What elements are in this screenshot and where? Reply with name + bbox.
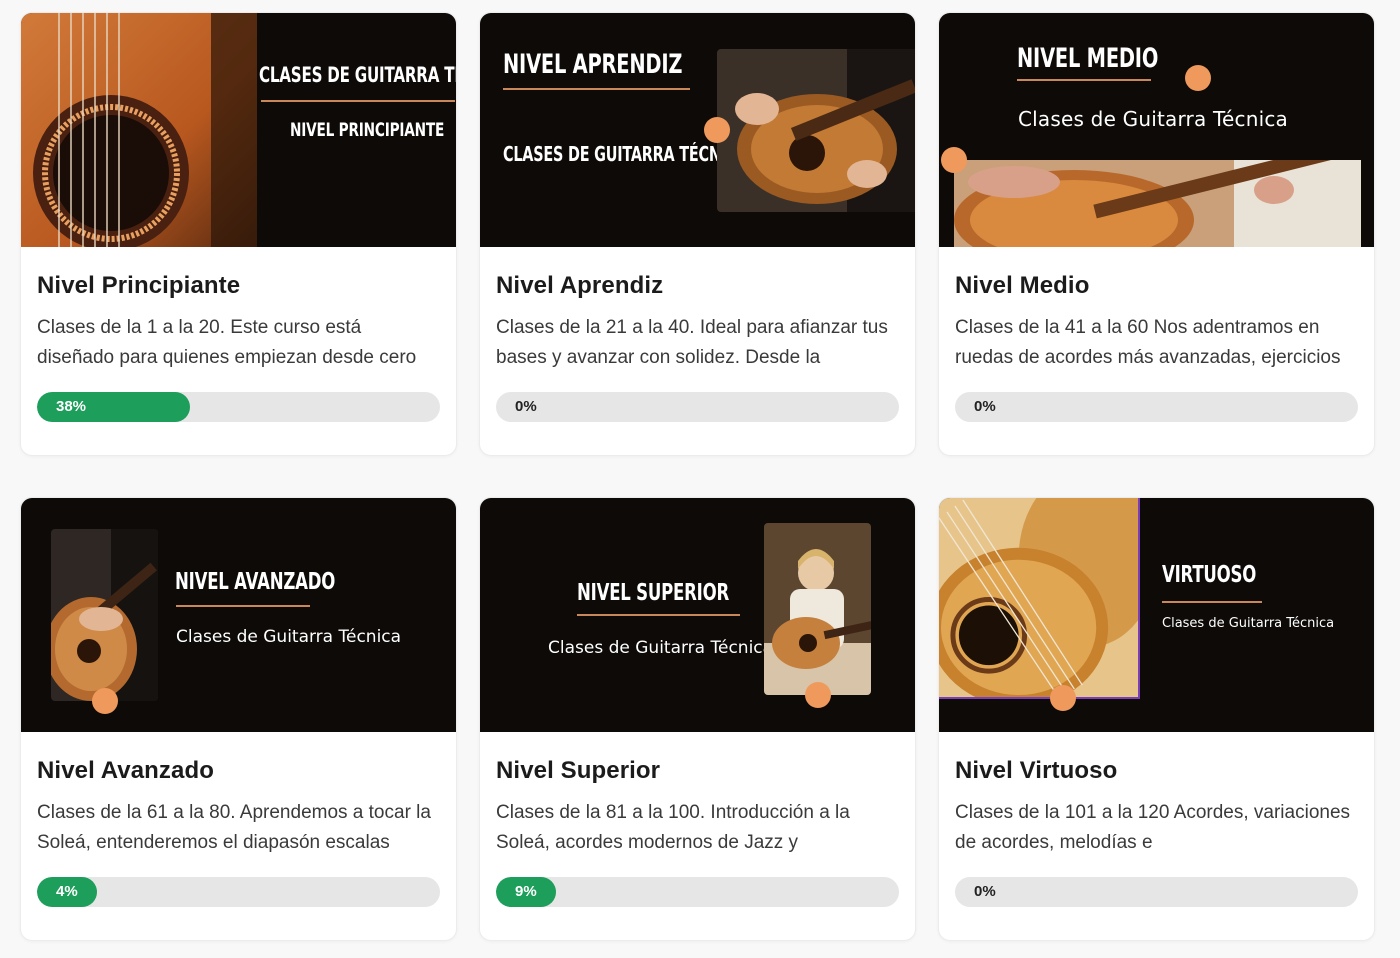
course-progress-bar: 4%: [37, 877, 440, 907]
decorative-dot: [1050, 685, 1076, 711]
course-card-avanzado[interactable]: NIVEL AVANZADO Clases de Guitarra Técnic…: [20, 497, 457, 941]
course-card-medio[interactable]: NIVEL MEDIO Clases de Guitarra Técnica N…: [938, 12, 1375, 456]
progress-percent: 0%: [974, 883, 996, 900]
course-card-principiante[interactable]: CLASES DE GUITARRA TÉCNICA NIVEL PRINCIP…: [20, 12, 457, 456]
banner-divider: [261, 100, 455, 102]
course-banner: NIVEL MEDIO Clases de Guitarra Técnica: [939, 13, 1374, 247]
decorative-dot: [1185, 65, 1211, 91]
banner-course-subtitle: Clases de Guitarra Técnica: [548, 638, 774, 658]
decorative-dot: [92, 688, 118, 714]
banner-level-subtitle: NIVEL PRINCIPIANTE: [290, 119, 445, 141]
progress-percent: 38%: [56, 398, 87, 415]
banner-divider: [577, 614, 740, 616]
course-progress-bar: 38%: [37, 392, 440, 422]
decorative-dot: [805, 682, 831, 708]
course-card-superior[interactable]: NIVEL SUPERIOR Clases de Guitarra Técnic…: [479, 497, 916, 941]
progress-percent: 0%: [974, 398, 996, 415]
banner-course-heading: CLASES DE GUITARRA TÉCNICA: [259, 63, 456, 87]
banner-level-heading: NIVEL MEDIO: [1017, 43, 1159, 74]
banner-course-subtitle: Clases de Guitarra Técnica: [1018, 107, 1288, 131]
course-card-aprendiz[interactable]: NIVEL APRENDIZ CLASES DE GUITARRA TÉCNIC…: [479, 12, 916, 456]
course-description: Clases de la 21 a la 40. Ideal para afia…: [496, 317, 888, 368]
course-card-virtuoso[interactable]: VIRTUOSO Clases de Guitarra Técnica Nive…: [938, 497, 1375, 941]
decorative-dot: [704, 117, 730, 143]
banner-level-heading: NIVEL SUPERIOR: [577, 580, 730, 606]
banner-course-subtitle: Clases de Guitarra Técnica: [1162, 616, 1335, 631]
course-banner: NIVEL SUPERIOR Clases de Guitarra Técnic…: [480, 498, 915, 732]
course-banner: NIVEL AVANZADO Clases de Guitarra Técnic…: [21, 498, 456, 732]
course-description: Clases de la 81 a la 100. Introducción a…: [496, 802, 850, 853]
banner-divider: [503, 88, 690, 90]
guitar-playing-photo: [954, 160, 1361, 247]
course-title: Nivel Medio: [955, 272, 1090, 299]
banner-level-heading: NIVEL AVANZADO: [175, 569, 336, 595]
course-progress-bar: 0%: [496, 392, 899, 422]
banner-course-subtitle: CLASES DE GUITARRA TÉCNICA: [503, 142, 748, 166]
course-title: Nivel Superior: [496, 757, 661, 784]
course-description: Clases de la 1 a la 20. Este curso está …: [37, 317, 417, 368]
course-description: Clases de la 41 a la 60 Nos adentramos e…: [955, 317, 1341, 368]
banner-level-heading: VIRTUOSO: [1162, 562, 1257, 588]
guitars-closeup-photo: [939, 498, 1140, 699]
course-progress-bar: 0%: [955, 877, 1358, 907]
course-banner: VIRTUOSO Clases de Guitarra Técnica: [939, 498, 1374, 732]
course-description: Clases de la 101 a la 120 Acordes, varia…: [955, 802, 1351, 853]
course-description: Clases de la 61 a la 80. Aprendemos a to…: [37, 802, 431, 853]
guitarist-photo: [717, 49, 915, 212]
course-banner: CLASES DE GUITARRA TÉCNICA NIVEL PRINCIP…: [21, 13, 456, 247]
course-banner: NIVEL APRENDIZ CLASES DE GUITARRA TÉCNIC…: [480, 13, 915, 247]
banner-course-subtitle: Clases de Guitarra Técnica: [176, 627, 402, 647]
course-progress-bar: 0%: [955, 392, 1358, 422]
course-title: Nivel Aprendiz: [496, 272, 664, 299]
course-title: Nivel Avanzado: [37, 757, 215, 784]
decorative-dot: [941, 147, 967, 173]
guitarist-photo: [51, 529, 158, 701]
course-progress-bar: 9%: [496, 877, 899, 907]
progress-percent: 4%: [56, 883, 78, 900]
course-title: Nivel Principiante: [37, 272, 241, 299]
banner-divider: [1162, 601, 1262, 603]
progress-percent: 9%: [515, 883, 537, 900]
progress-percent: 0%: [515, 398, 537, 415]
guitar-closeup-image: [21, 13, 257, 247]
banner-divider: [1017, 79, 1151, 81]
guitarist-photo: [764, 523, 871, 695]
course-title: Nivel Virtuoso: [955, 757, 1118, 784]
banner-divider: [176, 605, 310, 607]
banner-level-heading: NIVEL APRENDIZ: [503, 49, 683, 80]
